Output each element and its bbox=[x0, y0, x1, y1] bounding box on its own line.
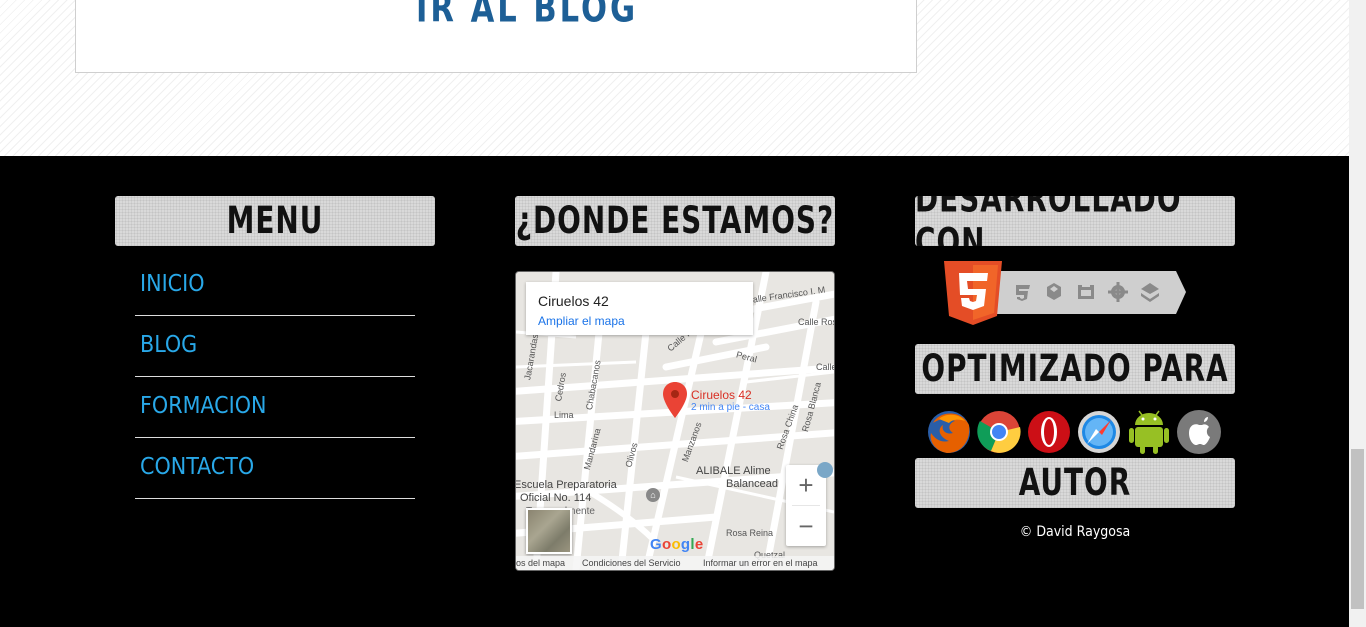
google-logo: Google bbox=[650, 536, 704, 553]
footer-menu: INICIO BLOG FORMACION CONTACTO bbox=[135, 255, 415, 499]
school-icon: ⌂ bbox=[646, 488, 660, 502]
scrollbar[interactable] bbox=[1349, 0, 1366, 627]
tech-heading-text: DESARROLLADO CON bbox=[915, 196, 1182, 246]
menu-item: BLOG bbox=[135, 316, 415, 377]
menu-link-contacto[interactable]: CONTACTO bbox=[140, 454, 254, 480]
map-info-card: Ciruelos 42 Ampliar el mapa bbox=[526, 282, 753, 335]
copyright-text: © David Raygosa bbox=[1019, 524, 1131, 540]
street-label: Rosa Reina bbox=[726, 528, 774, 538]
opera-icon bbox=[1028, 411, 1070, 453]
map-data-link[interactable]: os del mapa bbox=[516, 558, 565, 568]
menu-item: FORMACION bbox=[135, 377, 415, 438]
street-label: Calle bbox=[816, 362, 835, 372]
blog-card: IR AL BLOG bbox=[75, 0, 917, 73]
author-heading: AUTOR bbox=[915, 458, 1235, 508]
menu-link-formacion[interactable]: FORMACION bbox=[140, 393, 266, 419]
chrome-icon bbox=[977, 411, 1021, 453]
enlarge-map-link[interactable]: Ampliar el mapa bbox=[538, 314, 625, 328]
report-error-link[interactable]: Informar un error en el mapa bbox=[703, 558, 818, 568]
map-place-title: Ciruelos 42 bbox=[538, 293, 609, 309]
firefox-icon bbox=[928, 411, 970, 453]
map-footer: os del mapa Condiciones del Servicio Inf… bbox=[516, 556, 834, 570]
menu-item: INICIO bbox=[135, 255, 415, 316]
author-heading-text: AUTOR bbox=[1018, 461, 1132, 505]
optimized-heading-text: OPTIMIZADO PARA bbox=[921, 347, 1229, 391]
street-label: Lima bbox=[554, 410, 574, 420]
content-section: IR AL BLOG bbox=[0, 0, 1349, 156]
technology-badge bbox=[944, 261, 1186, 325]
zoom-out-button[interactable]: − bbox=[786, 506, 826, 546]
blog-link[interactable]: IR AL BLOG bbox=[416, 0, 638, 32]
menu-link-blog[interactable]: BLOG bbox=[140, 332, 197, 358]
location-pin-icon[interactable] bbox=[663, 382, 687, 418]
menu-item: CONTACTO bbox=[135, 438, 415, 499]
poi-business: ALIBALE Alime Balancead bbox=[696, 465, 778, 490]
apple-icon bbox=[1177, 410, 1221, 454]
menu-link-inicio[interactable]: INICIO bbox=[140, 271, 205, 297]
terms-link[interactable]: Condiciones del Servicio bbox=[582, 558, 681, 568]
embedded-map[interactable]: Calle Francisco I. M Calle Ros Calle Ros… bbox=[515, 271, 835, 571]
safari-icon bbox=[1078, 411, 1120, 453]
menu-heading: MENU bbox=[115, 196, 435, 246]
marker-sublabel: 2 min a pie - casa bbox=[691, 402, 770, 413]
street-label: Calle Rosa bbox=[798, 317, 834, 327]
menu-heading-text: MENU bbox=[226, 199, 324, 243]
tech-heading: DESARROLLADO CON bbox=[915, 196, 1235, 246]
android-icon bbox=[1129, 410, 1169, 454]
location-heading-text: ¿DONDE ESTAMOS? bbox=[515, 199, 835, 243]
html5-icon bbox=[944, 261, 1002, 325]
location-heading: ¿DONDE ESTAMOS? bbox=[515, 196, 835, 246]
marker-label: Ciruelos 42 bbox=[691, 388, 752, 402]
scrollbar-thumb[interactable] bbox=[1351, 449, 1364, 609]
browser-icons bbox=[928, 410, 1221, 454]
satellite-toggle[interactable] bbox=[526, 508, 572, 554]
pegman-icon[interactable] bbox=[816, 461, 834, 483]
optimized-heading: OPTIMIZADO PARA bbox=[915, 344, 1235, 394]
